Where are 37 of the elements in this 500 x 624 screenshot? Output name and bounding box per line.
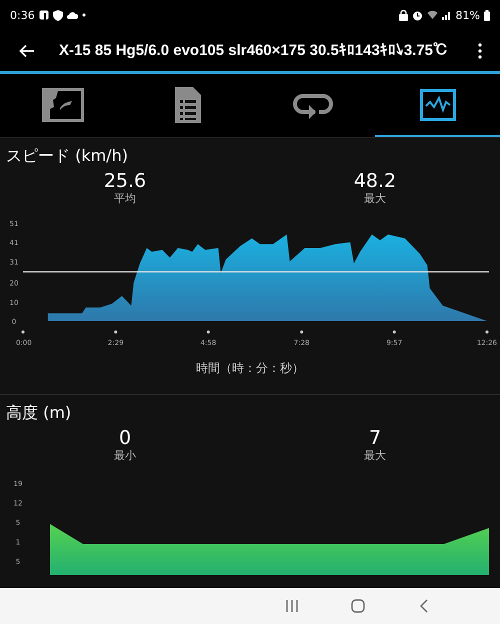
more-icon (478, 42, 482, 58)
home-icon (351, 599, 365, 613)
section-title: スピード (km/h) (5, 145, 129, 167)
screen-title: X-15 85 Hg5/6.0 evo105 slr460×175 30.5ｷﾛ143ｷﾛ↘3.75℃ (59, 42, 448, 59)
back-arrow-icon (19, 44, 35, 58)
section-title: 高度 (m) (5, 402, 72, 424)
axis-title: 時間（時：分：秒） (196, 360, 304, 377)
stat-value: 25.6 (104, 170, 146, 192)
map-icon (42, 88, 84, 122)
battery-level: 81% (456, 8, 480, 22)
clock: 0:36 (10, 8, 35, 22)
tick-mark (392, 330, 396, 334)
shield-icon (52, 10, 63, 20)
tick-mark (206, 330, 210, 334)
dot-icon (82, 13, 86, 17)
alarm-icon (412, 10, 423, 20)
graph-icon (420, 88, 456, 120)
stat-value: 0 (118, 427, 132, 449)
battery-icon (484, 10, 490, 20)
tick-mark (486, 330, 488, 334)
stat-label: 最大 (364, 449, 386, 463)
tick-mark (114, 330, 118, 334)
stat-label: 平均 (114, 192, 136, 206)
stat-value: 7 (368, 427, 382, 449)
app-icon (38, 10, 49, 20)
stat-label: 最小 (114, 449, 136, 463)
lock-icon (398, 10, 408, 20)
document-icon (172, 86, 202, 124)
stat-value: 48.2 (354, 170, 396, 192)
recent-apps-icon (286, 600, 298, 612)
signal-icon (442, 10, 452, 20)
stat-label: 最大 (364, 192, 386, 206)
tick-mark (300, 330, 304, 334)
tick-mark (22, 330, 24, 334)
back-icon (420, 599, 428, 613)
wifi-icon (426, 10, 438, 20)
cloud-icon (66, 11, 78, 19)
